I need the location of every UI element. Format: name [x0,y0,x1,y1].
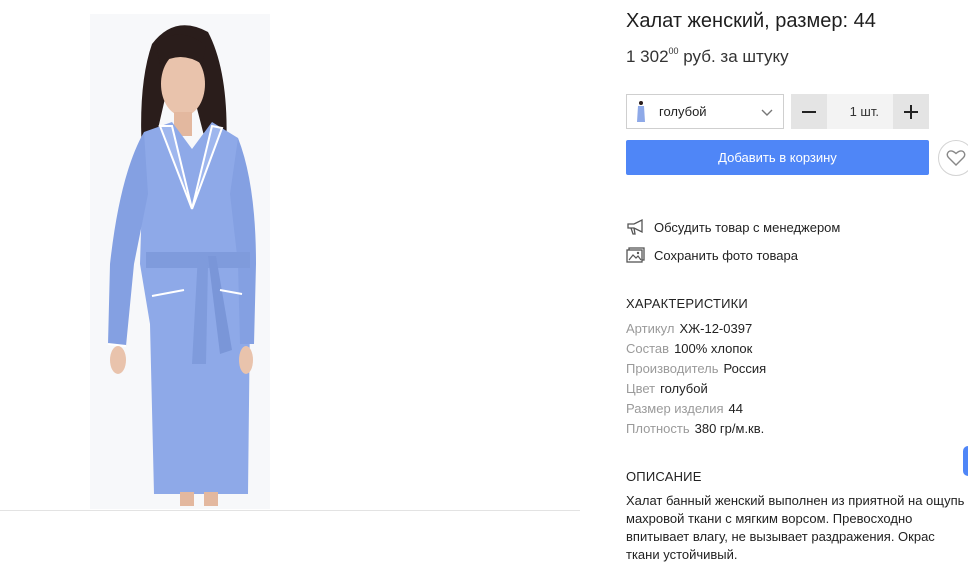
price-unit: руб. за штуку [678,47,789,66]
save-photo-label: Сохранить фото товара [654,247,798,263]
spec-key: Состав [626,341,670,356]
image-icon [626,247,645,263]
spec-value: ХЖ-12-0397 [679,321,753,336]
heart-icon [946,150,966,166]
photo-divider [0,510,580,511]
wishlist-button[interactable] [938,140,968,176]
spec-value: голубой [660,381,708,396]
chat-widget-button[interactable] [963,446,968,476]
bathrobe-mannequin-image [90,14,270,509]
color-select[interactable]: голубой [626,94,784,129]
spec-row: Плотность 380 гр/м.кв. [626,421,764,436]
description-heading: ОПИСАНИЕ [626,469,702,484]
spec-row: Размер изделия 44 [626,401,743,416]
chevron-down-icon [761,109,773,116]
specs-heading: ХАРАКТЕРИСТИКИ [626,296,748,311]
spec-row: Артикул ХЖ-12-0397 [626,321,752,336]
increase-quantity-button[interactable] [893,94,929,129]
spec-value: 380 гр/м.кв. [694,421,765,436]
save-photo-link[interactable]: Сохранить фото товара [626,246,798,264]
spec-value: 44 [728,401,743,416]
plus-icon [904,104,918,119]
quantity-value[interactable]: 1 шт. [827,94,893,129]
minus-icon [802,110,816,113]
spec-row: Состав 100% хлопок [626,341,752,356]
spec-row: Производитель Россия [626,361,766,376]
spec-key: Размер изделия [626,401,724,416]
spec-key: Плотность [626,421,690,436]
price-main: 1 302 [626,47,669,66]
price-cents: 00 [668,46,679,56]
color-select-value: голубой [659,104,707,119]
product-price: 1 30200 руб. за штуку [626,46,789,67]
spec-key: Цвет [626,381,656,396]
bathrobe-thumbnail-icon [637,100,645,122]
megaphone-icon [627,218,643,235]
product-title: Халат женский, размер: 44 [626,10,876,32]
add-to-cart-button[interactable]: Добавить в корзину [626,140,929,175]
spec-key: Производитель [626,361,719,376]
discuss-with-manager-link[interactable]: Обсудить товар с менеджером [626,218,840,236]
spec-key: Артикул [626,321,675,336]
spec-row: Цвет голубой [626,381,708,396]
quantity-stepper: 1 шт. [791,94,929,129]
product-photo[interactable] [0,0,580,510]
description-text: Халат банный женский выполнен из приятно… [626,493,965,562]
spec-value: Россия [723,361,767,376]
discuss-with-manager-label: Обсудить товар с менеджером [654,219,841,235]
decrease-quantity-button[interactable] [791,94,827,129]
spec-value: 100% хлопок [674,341,753,356]
